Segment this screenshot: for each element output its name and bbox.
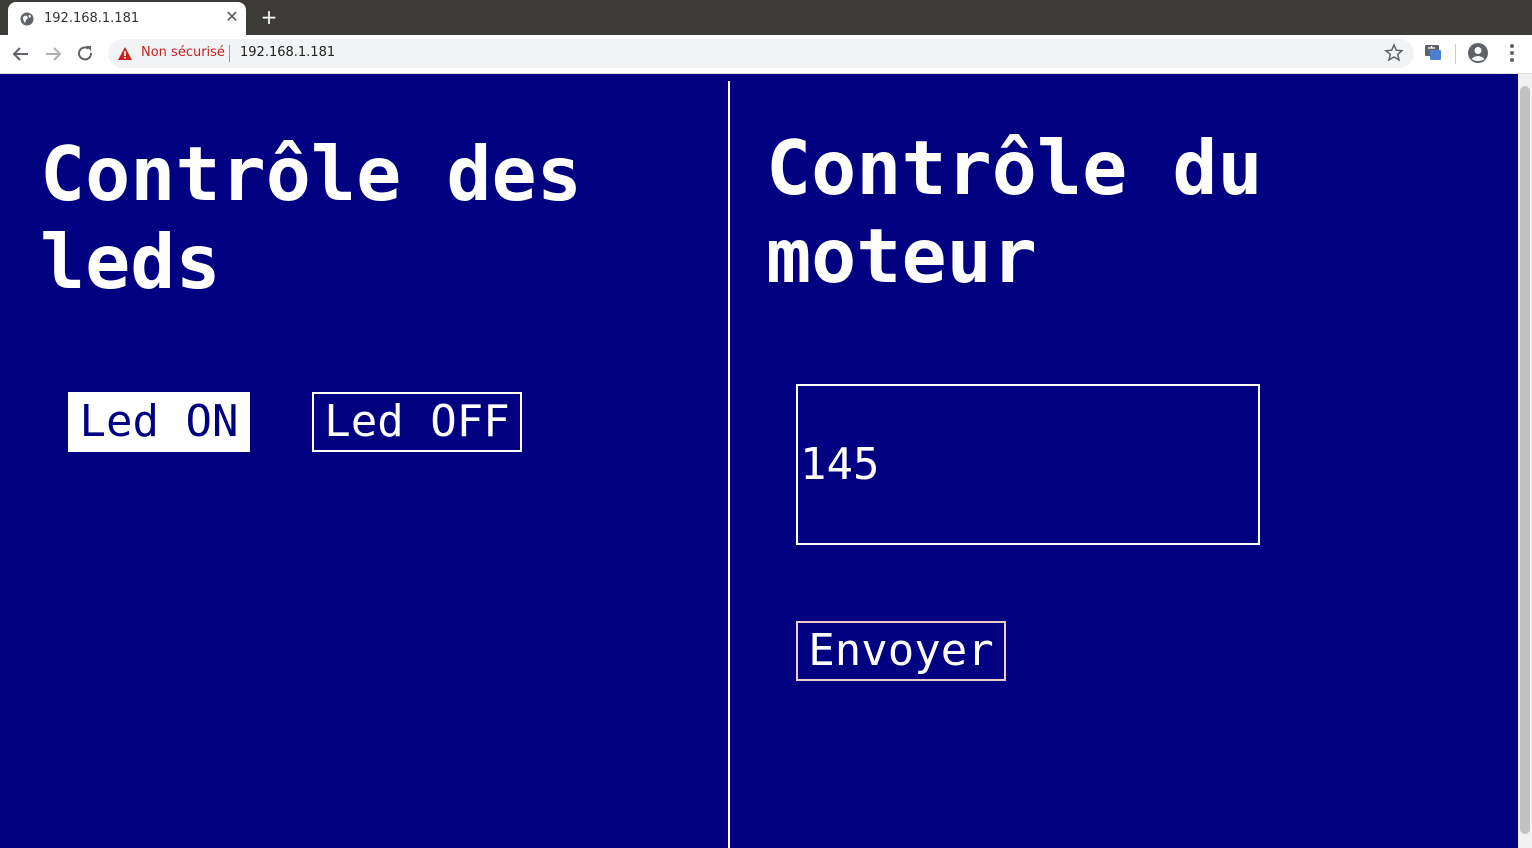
new-tab-button[interactable]: + bbox=[258, 6, 280, 28]
close-tab-icon[interactable]: ✕ bbox=[222, 7, 242, 27]
tab-title: 192.168.1.181 bbox=[44, 11, 140, 26]
led-on-button[interactable]: Led ON bbox=[68, 392, 250, 452]
forward-arrow-icon[interactable] bbox=[40, 41, 66, 67]
globe-icon bbox=[20, 12, 34, 26]
kebab-menu-icon[interactable] bbox=[1500, 41, 1524, 65]
address-bar[interactable]: Non sécurisé 192.168.1.181 bbox=[108, 39, 1414, 68]
scrollbar-thumb[interactable] bbox=[1520, 86, 1530, 834]
motor-value-input[interactable]: 145 bbox=[796, 384, 1260, 545]
toolbar-separator bbox=[1455, 44, 1456, 64]
column-divider bbox=[728, 81, 730, 848]
translate-extension-icon[interactable] bbox=[1422, 41, 1444, 65]
bookmark-star-icon[interactable] bbox=[1384, 43, 1404, 63]
back-arrow-icon[interactable] bbox=[8, 41, 34, 67]
leds-heading: Contrôle des leds bbox=[40, 130, 582, 306]
browser-toolbar: Non sécurisé 192.168.1.181 bbox=[0, 35, 1532, 74]
browser-tab[interactable]: 192.168.1.181 ✕ bbox=[8, 2, 246, 35]
account-icon[interactable] bbox=[1466, 41, 1490, 65]
motor-heading: Contrôle du moteur bbox=[766, 124, 1263, 300]
reload-icon[interactable] bbox=[72, 41, 98, 67]
security-status-label[interactable]: Non sécurisé bbox=[141, 45, 225, 60]
vertical-scrollbar[interactable] bbox=[1518, 74, 1532, 848]
url-text[interactable]: 192.168.1.181 bbox=[240, 45, 335, 60]
led-off-button[interactable]: Led OFF bbox=[312, 392, 522, 452]
warning-icon bbox=[118, 47, 132, 60]
tab-strip: 192.168.1.181 ✕ + bbox=[0, 0, 1532, 35]
page-content: Contrôle des leds Led ON Led OFF Contrôl… bbox=[0, 74, 1518, 848]
send-button[interactable]: Envoyer bbox=[796, 621, 1006, 681]
address-separator bbox=[229, 45, 230, 62]
